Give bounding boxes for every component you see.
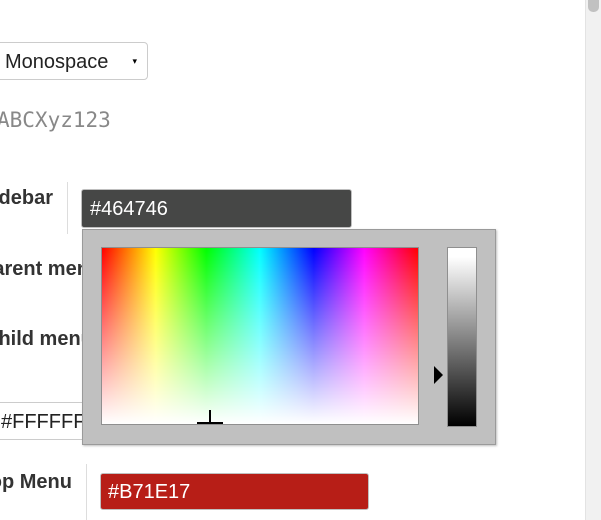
label-sidebar-clip: Sidebar: [0, 185, 64, 215]
top-menu-color-value: #B71E17: [108, 481, 191, 503]
color-input-partial-value: #FFFFFF: [1, 411, 86, 433]
scrollbar-thumb[interactable]: [588, 0, 599, 12]
crosshair-icon[interactable]: [197, 410, 223, 424]
label-parent-menu-clip: Parent menu: [0, 255, 83, 285]
label-top-menu: Top Menu: [0, 471, 72, 493]
label-child-menu-clip: Child menu: [0, 325, 83, 355]
font-family-select-value: Monospace: [5, 51, 109, 73]
scrollbar[interactable]: [585, 0, 601, 520]
label-child-menu: Child menu: [0, 328, 83, 350]
color-input-partial[interactable]: #FFFFFF: [0, 402, 92, 440]
color-picker-popup: [82, 229, 496, 445]
top-menu-color-input[interactable]: #B71E17: [100, 473, 369, 510]
hue-saturation-overlay: [102, 248, 418, 424]
crosshair-vertical: [209, 410, 211, 424]
font-family-select[interactable]: Monospace ▾: [0, 42, 148, 80]
sidebar-color-value: #464746: [90, 198, 168, 220]
label-parent-menu: Parent menu: [0, 258, 83, 280]
hue-saturation-field[interactable]: [101, 247, 419, 425]
divider: [86, 464, 87, 520]
label-sidebar: Sidebar: [0, 187, 53, 209]
divider: [67, 182, 68, 234]
sidebar-color-input[interactable]: #464746: [81, 189, 352, 228]
brightness-slider[interactable]: [447, 247, 477, 427]
slider-arrow-icon[interactable]: [434, 366, 443, 384]
font-preview-text: ABCXyz123: [0, 108, 111, 132]
chevron-down-icon: ▾: [132, 56, 137, 66]
label-top-menu-clip: Top Menu: [0, 468, 80, 498]
